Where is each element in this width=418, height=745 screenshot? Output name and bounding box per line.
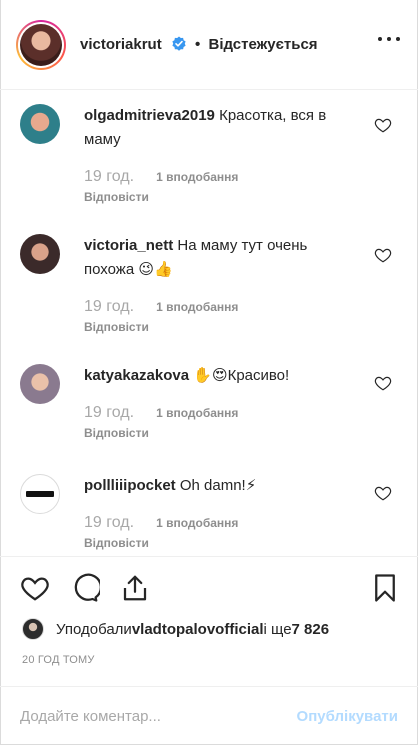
comment-likes[interactable]: 1 вподобання [156, 300, 238, 314]
commenter-username[interactable]: pollliiipocket [84, 477, 176, 494]
more-options-icon[interactable] [378, 36, 400, 42]
reply-button[interactable]: Відповісти [84, 426, 149, 440]
publish-button[interactable]: Опублікувати [297, 708, 398, 725]
likes-count[interactable]: 7 826 [292, 621, 330, 638]
likes-summary: Уподобали vladtopalovofficial і ще 7 826 [22, 618, 329, 640]
comment-text: Oh damn!⚡ [179, 477, 257, 494]
comment-time[interactable]: 19 год. [84, 168, 134, 185]
separator-dot: • [195, 36, 201, 53]
likes-prefix: Уподобали [56, 620, 132, 638]
comment-like-heart-icon[interactable] [374, 374, 392, 392]
likes-middle: і ще [263, 620, 292, 638]
profile-avatar[interactable] [16, 19, 66, 70]
bookmark-icon[interactable] [370, 573, 400, 603]
comment-bubble-icon[interactable] [70, 573, 100, 603]
comments-list[interactable]: olgadmitrieva2019 Красотка, вся в маму 1… [0, 90, 418, 555]
reply-button[interactable]: Відповісти [84, 190, 149, 204]
comment-likes[interactable]: 1 вподобання [156, 406, 238, 420]
liker-avatar[interactable] [22, 618, 44, 640]
following-button[interactable]: Відстежується [208, 36, 317, 53]
post-header: victoriakrut • Відстежується [0, 0, 418, 90]
reply-button[interactable]: Відповісти [84, 320, 149, 334]
share-upload-icon[interactable] [120, 573, 150, 603]
verified-badge-icon [172, 36, 186, 51]
liker-username[interactable]: vladtopalovofficial [132, 621, 264, 638]
commenter-username[interactable]: katyakazakova [84, 367, 189, 384]
add-comment-bar: Опублікувати [0, 686, 418, 745]
post-timestamp[interactable]: 20 ГОД ТОМУ [22, 654, 95, 666]
username-link[interactable]: victoriakrut [80, 36, 162, 53]
comment-time[interactable]: 19 год. [84, 514, 134, 531]
commenter-username[interactable]: victoria_nett [84, 237, 173, 254]
comment-likes[interactable]: 1 вподобання [156, 516, 238, 530]
action-bar [0, 556, 418, 612]
comment-like-heart-icon[interactable] [374, 116, 392, 134]
comment-time[interactable]: 19 год. [84, 404, 134, 421]
comment-like-heart-icon[interactable] [374, 484, 392, 502]
comment-likes[interactable]: 1 вподобання [156, 170, 238, 184]
commenter-avatar[interactable] [20, 104, 60, 144]
comment-input[interactable] [20, 707, 297, 725]
comment-text: ✋😍Красиво! [193, 367, 290, 384]
like-heart-icon[interactable] [20, 573, 50, 603]
comment-like-heart-icon[interactable] [374, 246, 392, 264]
commenter-avatar[interactable] [20, 364, 60, 404]
commenter-avatar[interactable] [20, 474, 60, 514]
comment-time[interactable]: 19 год. [84, 298, 134, 315]
commenter-avatar[interactable] [20, 234, 60, 274]
reply-button[interactable]: Відповісти [84, 536, 149, 550]
commenter-username[interactable]: olgadmitrieva2019 [84, 107, 215, 124]
